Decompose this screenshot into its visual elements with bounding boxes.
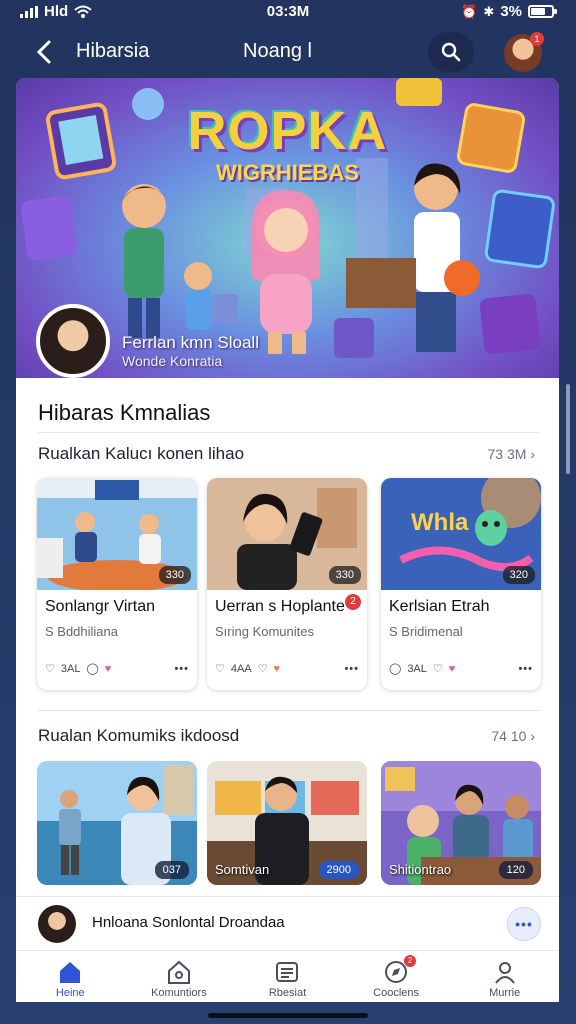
comment-icon[interactable]: ◯ — [389, 662, 401, 675]
nav-item-profile[interactable]: Murrie — [450, 951, 559, 1002]
comment-icon[interactable]: ◯ — [86, 662, 98, 675]
main-content: ROPKA WIGRHIEBAS Ferrlan kmn Sloall Wond… — [16, 78, 559, 896]
card-title: Uerran s Hoplante — [215, 598, 345, 615]
alarm-icon: ⏰ — [461, 3, 478, 19]
notification-badge: 1 — [530, 32, 544, 46]
chevron-right-icon: › — [530, 446, 535, 462]
card-count-badge: 2900 — [318, 861, 359, 879]
more-dots-icon: ••• — [515, 916, 533, 932]
hero-caption: Ferrlan kmn Sloall Wonde Konratia — [122, 334, 259, 370]
hero-caption-line2: Wonde Konratia — [122, 353, 223, 369]
more-options-icon[interactable]: ••• — [344, 663, 359, 675]
more-options-icon[interactable]: ••• — [518, 663, 533, 675]
card-actions: ♡ 4AA ♡ ♥ ••• — [215, 662, 359, 676]
card-subtitle: Sıring Komunites — [215, 624, 314, 639]
svg-text:Whla: Whla — [411, 509, 469, 536]
section-divider — [38, 432, 539, 433]
card-count-badge: 320 — [502, 566, 535, 584]
row2-title: Rualan Komumiks ikdoosd — [38, 726, 240, 745]
row-divider — [38, 710, 539, 711]
heart-icon[interactable]: ♥ — [449, 663, 456, 675]
community-icon — [167, 960, 190, 984]
news-icon — [276, 962, 299, 982]
header-title: Hibarsia — [76, 40, 150, 62]
nav-item-news[interactable]: Rbesiat — [233, 951, 342, 1002]
row1-see-all[interactable]: 73 3M › — [488, 446, 535, 462]
hero-subtitle: WIGRHIEBAS — [216, 160, 359, 185]
card-count-badge: 330 — [158, 566, 191, 584]
bluetooth-icon: ✱ — [483, 3, 495, 19]
home-icon — [60, 962, 81, 983]
back-button[interactable] — [26, 34, 62, 70]
header-center-title: Noang l — [243, 40, 312, 62]
bottom-nav: Heine Komuntiors Rbesiat 2 Cooclens Murr… — [16, 950, 559, 1002]
card-label: Somtivan — [215, 862, 270, 877]
card-label: Shitiontrao — [389, 862, 452, 877]
hero-title: ROPKA — [187, 101, 388, 161]
like-count: 3AL — [407, 662, 427, 675]
search-button[interactable] — [428, 32, 474, 72]
like-button[interactable]: ♡ — [215, 662, 225, 675]
hero-host-avatar[interactable] — [36, 304, 110, 378]
card-title: Kerlsian Etrah — [389, 598, 490, 615]
community-card[interactable]: 330 2 Uerran s Hoplante Sıring Komunites… — [207, 478, 367, 690]
heart-icon[interactable]: ♥ — [105, 663, 112, 675]
scrollbar[interactable] — [566, 384, 570, 474]
hero-caption-line1: Ferrlan kmn Sloall — [122, 333, 259, 352]
row2-count: 74 10 — [491, 728, 527, 744]
nav-label: Cooclens — [373, 987, 419, 999]
card-subtitle: S Bddhiliana — [45, 624, 118, 639]
nav-item-home[interactable]: Heine — [16, 951, 125, 1002]
card-count-badge: 330 — [328, 566, 361, 584]
mini-player-avatar — [38, 905, 76, 943]
row1-count: 73 3M — [487, 446, 527, 462]
card-count-badge: 120 — [498, 861, 533, 879]
app-header: Hibarsia Noang l 1 — [0, 26, 576, 76]
nav-label: Murrie — [489, 987, 521, 999]
more-options-button[interactable]: ••• — [507, 907, 541, 941]
home-indicator[interactable] — [208, 1013, 368, 1018]
community-card[interactable]: 037 — [37, 761, 197, 885]
nav-label: Komuntiors — [151, 987, 207, 999]
more-options-icon[interactable]: ••• — [174, 663, 189, 675]
section-title: Hibaras Kmnalias — [38, 400, 211, 425]
heart-icon[interactable]: ♥ — [274, 663, 281, 675]
hero-banner[interactable]: ROPKA WIGRHIEBAS Ferrlan kmn Sloall Wond… — [16, 78, 559, 378]
comment-icon[interactable]: ♡ — [258, 662, 268, 675]
nav-badge: 2 — [404, 955, 417, 967]
search-icon — [441, 42, 461, 62]
mini-player[interactable]: Hnloana Sonlontal Droandaa ••• — [16, 896, 559, 950]
nav-item-community[interactable]: Komuntiors — [125, 951, 234, 1002]
profile-icon — [494, 962, 515, 984]
battery-percent: 3% — [500, 3, 522, 20]
like-button[interactable]: ♡ — [45, 662, 55, 675]
battery-icon — [528, 5, 557, 18]
community-card[interactable]: Somtivan 2900 — [207, 761, 367, 885]
card-count-badge: 037 — [154, 861, 189, 879]
row2-see-all[interactable]: 74 10 › — [491, 728, 535, 744]
community-card[interactable]: Shitiontrao 120 — [381, 761, 541, 885]
new-badge: 2 — [345, 594, 361, 610]
card-actions: ♡ 3AL ◯ ♥ ••• — [45, 662, 189, 676]
card-title: Sonlangr Virtan — [45, 598, 155, 615]
row1-title: Rualkan Kalucı konen lihao — [38, 444, 245, 463]
like-button[interactable]: ♡ — [433, 662, 443, 675]
chevron-left-icon — [36, 40, 51, 64]
community-card[interactable]: Whla 320 Kerlsian Etrah S Bridimenal ◯ 3… — [381, 478, 541, 690]
nav-label: Rbesiat — [268, 987, 307, 999]
status-right: ⏰ ✱ 3% — [461, 3, 557, 20]
like-count: 4AA — [230, 662, 252, 675]
community-card[interactable]: 330 Sonlangr Virtan S Bddhiliana ♡ 3AL ◯… — [37, 478, 197, 690]
nav-label: Heine — [55, 987, 85, 999]
card-subtitle: S Bridimenal — [389, 624, 463, 639]
status-bar: Hld 03:3M ⏰ ✱ 3% — [0, 0, 576, 24]
like-count: 3AL — [60, 662, 81, 675]
mini-player-title: Hnloana Sonlontal Droandaa — [92, 914, 285, 931]
card-actions: ◯ 3AL ♡ ♥ ••• — [389, 662, 533, 676]
chevron-right-icon: › — [530, 728, 535, 744]
profile-avatar-button[interactable]: 1 — [504, 32, 544, 72]
nav-item-discover[interactable]: 2 Cooclens — [342, 951, 451, 1002]
